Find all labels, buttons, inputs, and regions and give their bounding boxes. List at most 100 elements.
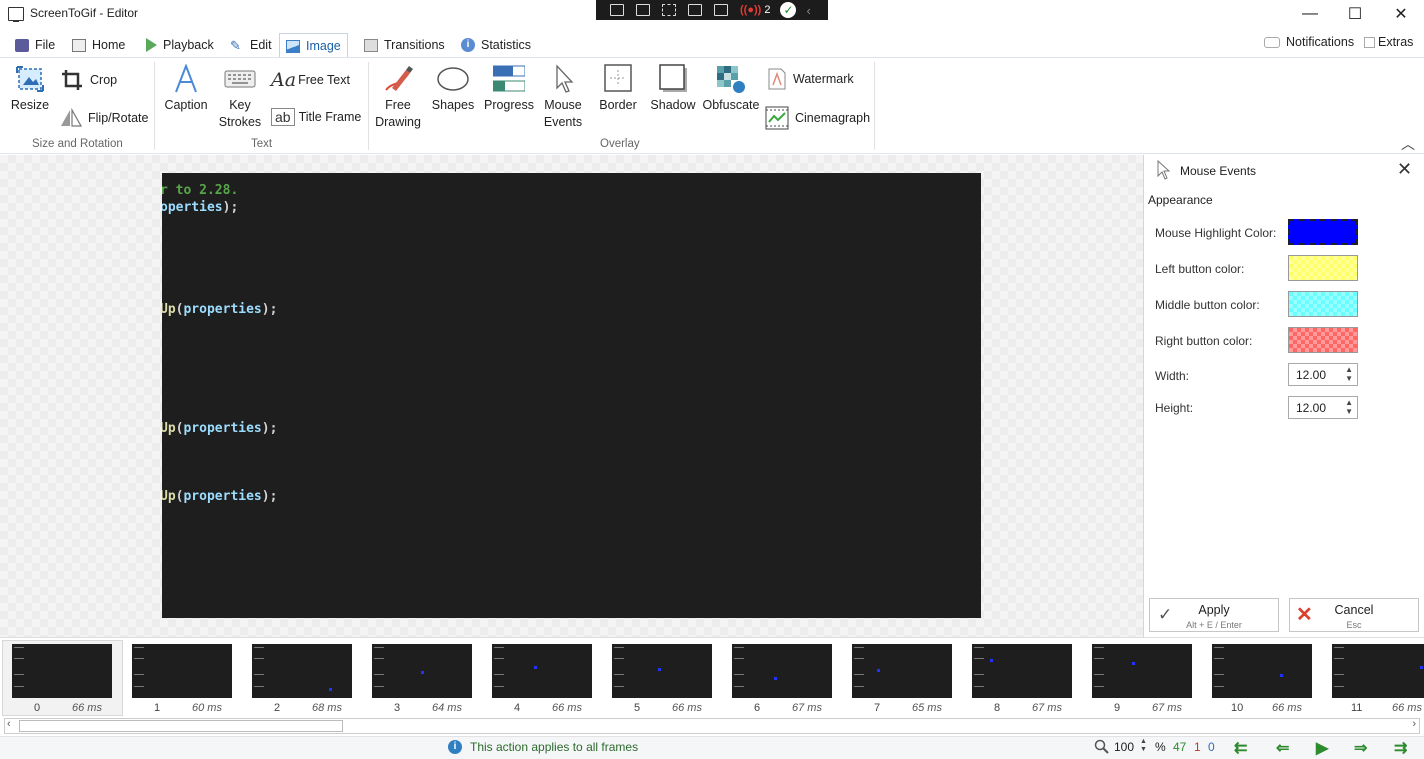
minimize-button[interactable]: — (1287, 0, 1333, 28)
progress-button[interactable]: Progress (482, 64, 536, 114)
code-line-1: operties); (162, 200, 238, 215)
tab-edit[interactable]: ✎ Edit (224, 33, 278, 57)
highlight-color-swatch[interactable] (1288, 219, 1358, 245)
play-icon[interactable]: ▶ (1316, 738, 1328, 758)
free-text-button[interactable]: Aa Free Text (271, 69, 350, 91)
mouse-events-button[interactable]: Mouse Events (540, 64, 586, 131)
frame-thumbnail[interactable] (1092, 644, 1192, 698)
height-spinner-icon[interactable]: ▲ ▼ (1345, 398, 1353, 416)
thumbnail-line (14, 686, 24, 687)
thumbnail-line (494, 658, 504, 659)
shapes-button[interactable]: Shapes (429, 64, 477, 114)
tab-file[interactable]: File (9, 33, 61, 57)
title-frame-button[interactable]: ab Title Frame (271, 108, 361, 126)
border-button[interactable]: Border (596, 64, 640, 114)
shadow-button[interactable]: Shadow (648, 64, 698, 114)
thumbnail-line (374, 647, 384, 648)
frame-thumbnail[interactable] (1212, 644, 1312, 698)
close-window-button[interactable]: ✕ (1378, 0, 1424, 28)
thumbnail-line (134, 647, 144, 648)
resize-label: Resize (10, 98, 50, 112)
right-button-color-swatch[interactable] (1288, 327, 1358, 353)
code-token: Up (162, 421, 176, 436)
frame-thumbnail[interactable] (372, 644, 472, 698)
code-token: ); (261, 489, 278, 504)
width-input[interactable]: 12.00 ▲ ▼ (1288, 363, 1358, 386)
frame-number: 3 (394, 702, 401, 714)
window-title: ScreenToGif - Editor (30, 6, 139, 20)
zoom-spinner-icon[interactable]: ▲ ▼ (1140, 738, 1147, 754)
frame-delay: 67 ms (1152, 702, 1182, 714)
frame-thumbnail[interactable] (252, 644, 352, 698)
frame-thumbnail[interactable] (132, 644, 232, 698)
frame-number: 1 (154, 702, 161, 714)
free-drawing-button[interactable]: Free Drawing (373, 64, 423, 131)
next-frame-icon[interactable]: ⇒ (1354, 738, 1367, 758)
key-strokes-button[interactable]: Key Strokes (216, 64, 264, 131)
crop-button[interactable]: Crop (60, 68, 117, 92)
middle-button-color-swatch[interactable] (1288, 291, 1358, 317)
frame-thumbnail[interactable] (492, 644, 592, 698)
timeline-scrollbar[interactable]: ‹ › (4, 718, 1420, 734)
tab-statistics[interactable]: i Statistics (455, 33, 537, 57)
new-recording-icon[interactable] (610, 4, 624, 16)
extras-button[interactable]: Extras (1362, 30, 1415, 54)
select-region-icon[interactable] (662, 4, 676, 16)
notifications-button[interactable]: Notifications (1258, 30, 1360, 54)
window-capture-icon[interactable] (714, 4, 728, 16)
last-frame-icon[interactable]: ⇉ (1394, 738, 1407, 758)
scrollbar-thumb[interactable] (19, 720, 343, 732)
crop-icon (62, 70, 82, 90)
tab-home[interactable]: Home (66, 33, 131, 57)
cancel-button[interactable]: ✕ Cancel Esc (1289, 598, 1419, 632)
apply-button[interactable]: ✓ Apply Alt + E / Enter (1149, 598, 1279, 632)
thumbnail-line (854, 647, 864, 648)
obfuscate-button[interactable]: Obfuscate (702, 64, 760, 114)
flip-rotate-button[interactable]: Flip/Rotate (60, 108, 148, 128)
frame-number: 2 (274, 702, 281, 714)
group-separator (874, 62, 875, 150)
caption-button[interactable]: Caption (160, 64, 212, 114)
frame-thumbnail[interactable] (12, 644, 112, 698)
middle-button-color-label: Middle button color: (1155, 298, 1260, 312)
previous-frame-icon[interactable]: ⇐ (1276, 738, 1289, 758)
close-panel-icon[interactable]: ✕ (1397, 159, 1412, 180)
recording-count-badge[interactable]: ((●)) 2 (740, 4, 770, 16)
tab-transitions[interactable]: Transitions (358, 33, 451, 57)
collapse-chevron-icon[interactable]: ‹ (806, 3, 810, 18)
width-spinner-icon[interactable]: ▲ ▼ (1345, 365, 1353, 383)
tab-label: File (35, 38, 56, 52)
scroll-right-icon[interactable]: › (1412, 718, 1416, 730)
tab-label: Statistics (481, 38, 532, 52)
width-value: 12.00 (1296, 368, 1327, 382)
cancel-label: Cancel (1334, 603, 1374, 617)
thumbnail-line (374, 658, 384, 659)
tab-image[interactable]: Image (279, 33, 348, 58)
frame-thumbnail[interactable] (972, 644, 1072, 698)
zoom-value[interactable]: 100 (1114, 740, 1134, 754)
collapse-ribbon-icon[interactable]: ︿ (1401, 134, 1415, 154)
code-line-0: r to 2.28. (162, 183, 238, 198)
cinemagraph-button[interactable]: Cinemagraph (765, 106, 870, 130)
watermark-icon (768, 68, 786, 90)
frame-thumbnail[interactable] (732, 644, 832, 698)
fullscreen-icon[interactable] (688, 4, 702, 16)
image-icon (286, 39, 300, 53)
resize-button[interactable]: Resize (9, 64, 51, 114)
frame-preview[interactable]: r to 2.28. operties); Up(properties); Up… (162, 173, 981, 618)
check-icon[interactable]: ✓ (780, 2, 797, 18)
frame-thumbnail[interactable] (1332, 644, 1424, 698)
watermark-button[interactable]: Watermark (767, 68, 854, 90)
thumbnail-line (734, 647, 744, 648)
scroll-left-icon[interactable]: ‹ (7, 718, 11, 730)
tab-playback[interactable]: Playback (140, 33, 220, 57)
frame-thumbnail[interactable] (612, 644, 712, 698)
maximize-button[interactable]: ☐ (1332, 0, 1378, 28)
frame-delay: 67 ms (792, 702, 822, 714)
webcam-icon[interactable] (636, 4, 650, 16)
height-input[interactable]: 12.00 ▲ ▼ (1288, 396, 1358, 419)
left-button-color-swatch[interactable] (1288, 255, 1358, 281)
frame-thumbnail[interactable] (852, 644, 952, 698)
first-frame-icon[interactable]: ⇇ (1234, 738, 1247, 758)
frame-delay: 64 ms (432, 702, 462, 714)
